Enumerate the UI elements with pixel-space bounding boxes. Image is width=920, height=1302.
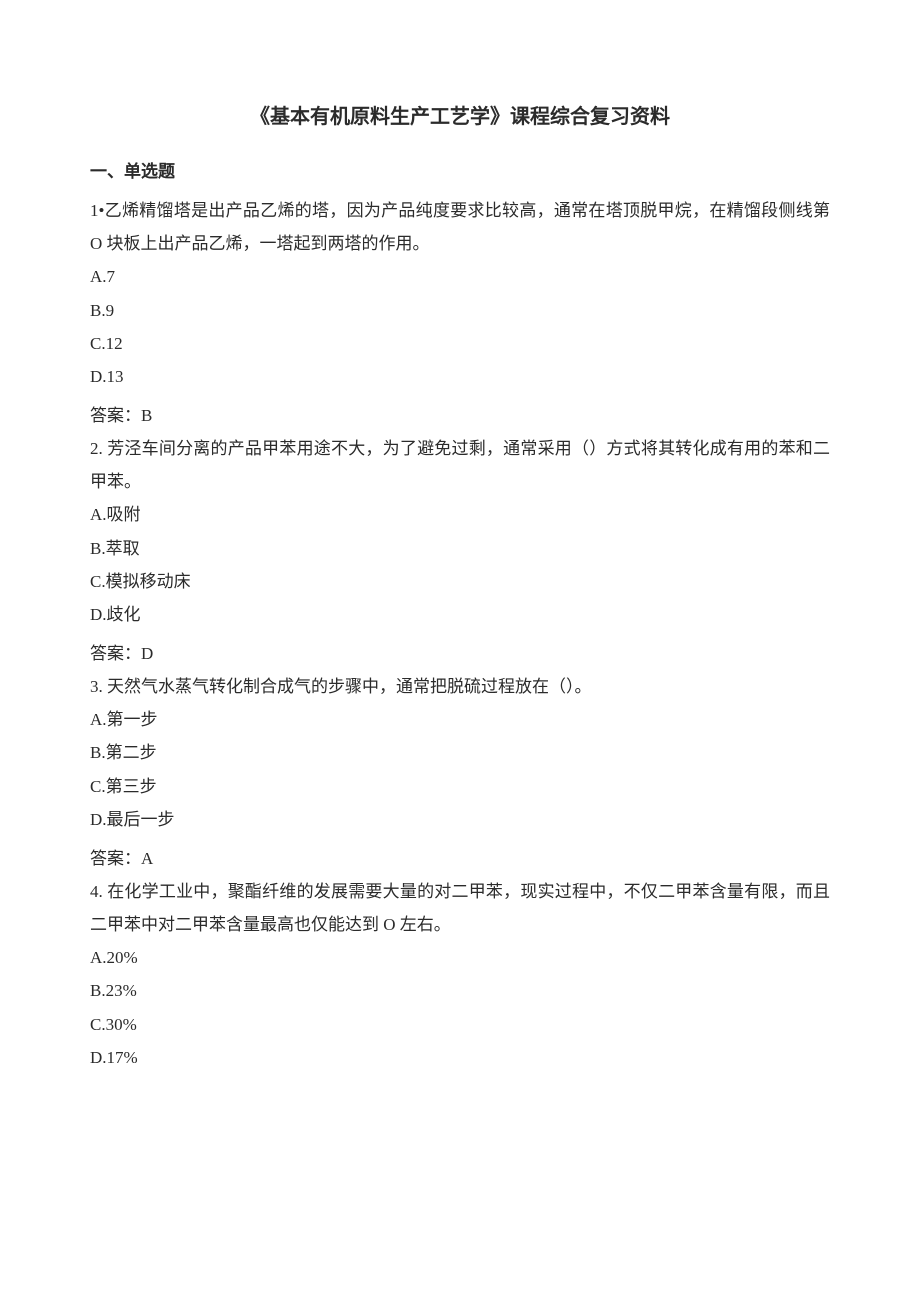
question-3: 3. 天然气水蒸气转化制合成气的步骤中，通常把脱硫过程放在（）。 A.第一步 B…: [90, 670, 830, 875]
question-3-answer: 答案：A: [90, 842, 830, 875]
question-4-option-a: A.20%: [90, 941, 830, 974]
question-1-stem: 1•乙烯精馏塔是出产品乙烯的塔，因为产品纯度要求比较高，通常在塔顶脱甲烷，在精馏…: [90, 194, 830, 260]
question-2-option-b: B.萃取: [90, 532, 830, 565]
question-2-stem: 2. 芳泾车间分离的产品甲苯用途不大，为了避免过剩，通常采用（）方式将其转化成有…: [90, 432, 830, 498]
question-1: 1•乙烯精馏塔是出产品乙烯的塔，因为产品纯度要求比较高，通常在塔顶脱甲烷，在精馏…: [90, 194, 830, 432]
question-3-option-a: A.第一步: [90, 703, 830, 736]
section-heading: 一、单选题: [90, 155, 830, 188]
question-2: 2. 芳泾车间分离的产品甲苯用途不大，为了避免过剩，通常采用（）方式将其转化成有…: [90, 432, 830, 670]
question-1-option-a: A.7: [90, 260, 830, 293]
question-3-option-d: D.最后一步: [90, 803, 830, 836]
question-2-answer: 答案：D: [90, 637, 830, 670]
question-1-option-b: B.9: [90, 294, 830, 327]
document-page: 《基本有机原料生产工艺学》课程综合复习资料 一、单选题 1•乙烯精馏塔是出产品乙…: [0, 0, 920, 1134]
question-4-option-b: B.23%: [90, 974, 830, 1007]
question-2-answer-value: D: [141, 644, 153, 663]
answer-label: 答案：: [90, 406, 141, 425]
question-4: 4. 在化学工业中，聚酯纤维的发展需要大量的对二甲苯，现实过程中，不仅二甲苯含量…: [90, 875, 830, 1074]
question-2-option-c: C.模拟移动床: [90, 565, 830, 598]
question-3-option-b: B.第二步: [90, 736, 830, 769]
question-3-option-c: C.第三步: [90, 770, 830, 803]
answer-label: 答案：: [90, 644, 141, 663]
question-3-stem: 3. 天然气水蒸气转化制合成气的步骤中，通常把脱硫过程放在（）。: [90, 670, 830, 703]
document-title: 《基本有机原料生产工艺学》课程综合复习资料: [90, 98, 830, 137]
question-1-option-c: C.12: [90, 327, 830, 360]
question-1-answer: 答案：B: [90, 399, 830, 432]
question-2-option-a: A.吸附: [90, 498, 830, 531]
question-2-option-d: D.歧化: [90, 598, 830, 631]
question-4-stem: 4. 在化学工业中，聚酯纤维的发展需要大量的对二甲苯，现实过程中，不仅二甲苯含量…: [90, 875, 830, 941]
question-4-option-d: D.17%: [90, 1041, 830, 1074]
question-1-answer-value: B: [141, 406, 152, 425]
question-4-option-c: C.30%: [90, 1008, 830, 1041]
question-3-answer-value: A: [141, 849, 153, 868]
question-1-option-d: D.13: [90, 360, 830, 393]
answer-label: 答案：: [90, 849, 141, 868]
